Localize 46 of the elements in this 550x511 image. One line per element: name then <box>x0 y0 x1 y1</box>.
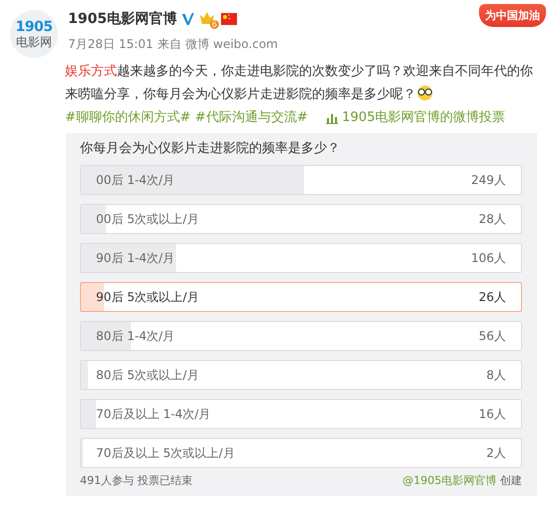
vote-count: 249人 <box>471 172 506 188</box>
flag-icon <box>220 12 237 26</box>
vote-count: 106人 <box>471 250 506 266</box>
hashtag-link[interactable]: #代际沟通与交流# <box>194 110 308 125</box>
poll-status: 投票已结束 <box>138 474 192 487</box>
vote-count: 2人 <box>486 444 506 462</box>
created-label: 创建 <box>500 474 522 487</box>
keyword-link[interactable]: 娱乐方式 <box>65 64 117 79</box>
source-link[interactable]: 微博 weibo.com <box>185 36 278 53</box>
option-label: 90后 5次或以上/月 <box>96 288 199 306</box>
option-label: 80后 5次或以上/月 <box>96 366 199 384</box>
participant-count: 491人参与 <box>80 474 134 487</box>
vote-count: 8人 <box>486 366 506 384</box>
bar-chart-icon <box>326 112 338 124</box>
option-label: 70后及以上 1-4次/月 <box>96 406 211 422</box>
source-label: 来自 <box>157 36 182 53</box>
vote-count: 56人 <box>478 328 506 344</box>
logo-text: 电影网 <box>16 36 52 48</box>
member-crown-icon: 6 <box>198 11 217 27</box>
logo-avatar[interactable]: 1905 电影网 <box>10 10 58 58</box>
poll-option[interactable]: 80后 1-4次/月 56人 <box>80 321 522 351</box>
event-badge[interactable]: 为中国加油 <box>479 4 546 27</box>
option-label: 00后 5次或以上/月 <box>96 210 199 228</box>
poll-option[interactable]: 70后及以上 1-4次/月 16人 <box>80 399 522 429</box>
vote-count: 16人 <box>478 406 506 422</box>
glasses-emoji-icon <box>416 85 434 101</box>
post-text: 娱乐方式越来越多的今天，你走进电影院的次数变少了吗？欢迎来自不同年代的你来唠嗑分享，你每月会为心仪影片走进影院的频率是多少呢？ #聊聊你的休闲方式# #代际沟通与交流# 1905电影网官博的微博投票 <box>65 63 534 127</box>
hashtag-link[interactable]: #聊聊你的休闲方式# <box>65 110 191 125</box>
poll-option[interactable]: 00后 1-4次/月 249人 <box>80 165 522 195</box>
vote-count: 28人 <box>478 210 506 228</box>
author-name[interactable]: 1905电影网官博 <box>68 10 177 28</box>
poll-option[interactable]: 70后及以上 5次或以上/月 2人 <box>80 438 522 468</box>
option-label: 80后 1-4次/月 <box>96 328 175 344</box>
poll-option[interactable]: 00后 5次或以上/月 28人 <box>80 204 522 234</box>
vote-count: 26人 <box>478 288 506 306</box>
option-label: 90后 1-4次/月 <box>96 250 175 266</box>
logo-digits: 1905 <box>16 20 52 34</box>
poll-link[interactable]: 1905电影网官博的微博投票 <box>326 110 506 125</box>
creator-link[interactable]: @1905电影网官博 <box>402 474 496 487</box>
option-label: 70后及以上 5次或以上/月 <box>96 444 235 462</box>
poll-option[interactable]: 90后 1-4次/月 106人 <box>80 243 522 273</box>
poll-option[interactable]: 90后 5次或以上/月 26人 <box>80 282 522 312</box>
post-time[interactable]: 7月28日 15:01 <box>68 36 154 53</box>
poll-question: 你每月会为心仪影片走进影院的频率是多少？ <box>80 141 341 157</box>
poll-option[interactable]: 80后 5次或以上/月 8人 <box>80 360 522 390</box>
option-label: 00后 1-4次/月 <box>96 172 175 188</box>
